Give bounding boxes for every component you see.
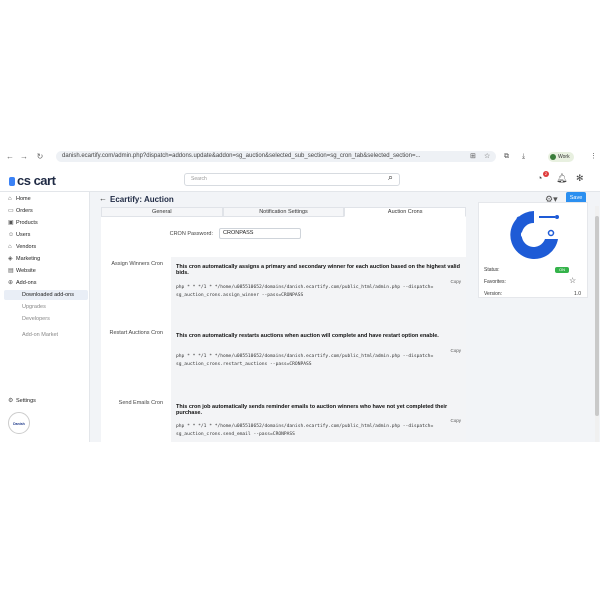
sidebar-item-label: Marketing <box>16 256 41 262</box>
screenshot-viewport: ← → ↻ danish.ecartify.com/admin.php?disp… <box>0 150 600 442</box>
sidebar-item-users[interactable]: ☺ Users <box>8 230 30 240</box>
cron-label-send-emails: Send Emails Cron <box>118 400 163 406</box>
tab-bar: General Notification Settings Auction Cr… <box>101 207 467 217</box>
cron-command-line-1: php * * */1 * */home/u085510652/domains/… <box>176 285 434 290</box>
star-icon[interactable]: ☆ <box>569 277 576 285</box>
notification-badge: 2 <box>543 171 549 177</box>
cron-command-line-2: sg_auction_crons.assign_winner --pass=CR… <box>176 293 304 298</box>
forward-icon[interactable]: → <box>18 150 30 164</box>
browser-toolbar: ← → ↻ danish.ecartify.com/admin.php?disp… <box>0 150 600 164</box>
sidebar-item-label: Users <box>16 232 31 238</box>
logo-mark-icon <box>9 177 15 186</box>
tab-notification-settings[interactable]: Notification Settings <box>222 207 345 217</box>
sidebar-item-label: Vendors <box>16 244 37 250</box>
cron-description: This cron job automatically sends remind… <box>176 404 448 416</box>
sidebar-item-marketing[interactable]: ◈ Marketing <box>8 254 40 264</box>
cron-label-assign-winners: Assign Winners Cron <box>111 261 163 267</box>
cron-command-line-1: php * * */1 * */home/u085510652/domains/… <box>176 424 434 429</box>
cron-password-label: CRON Password: <box>169 231 213 237</box>
vendors-icon: ⌂ <box>8 244 12 250</box>
translate-icon[interactable]: ⊞ <box>470 151 476 163</box>
sidebar-item-developers[interactable]: Developers <box>22 314 50 324</box>
home-icon: ⌂ <box>8 196 12 202</box>
sidebar-item-addons[interactable]: ⊕ Add-ons <box>8 278 37 288</box>
version-label: Version: <box>484 291 503 297</box>
sidebar-item-upgrades[interactable]: Upgrades <box>22 302 46 312</box>
cron-command-line-2: sg_auction_crons.restart_auctions --pass… <box>176 362 312 367</box>
marketing-icon: ◈ <box>8 256 13 262</box>
app-header: cs cart Search ⌕ ◔ 2 🔔︎ ✻ <box>0 164 600 192</box>
copy-button[interactable]: Copy <box>450 279 461 284</box>
cron-command-line-2: sg_auction_crons.send_email --pass=CRONP… <box>176 432 295 437</box>
avatar[interactable]: Danish Sharma <box>8 412 30 434</box>
scroll-thumb[interactable] <box>595 216 599 416</box>
address-bar[interactable]: danish.ecartify.com/admin.php?dispatch=a… <box>56 151 496 162</box>
page-title: Ecartify: Auction <box>110 195 174 204</box>
sidebar: ⌂ Home ▭ Orders ▣ Products ☺ Users ⌂ Vendors … <box>0 192 90 442</box>
menu-icon[interactable]: ⋮ <box>590 151 597 163</box>
website-icon: ▤ <box>8 268 14 274</box>
sidebar-item-label: Orders <box>16 208 33 214</box>
sidebar-item-addon-market[interactable]: Add-on Market <box>22 330 58 340</box>
profile-button[interactable]: Work <box>548 152 574 162</box>
addons-icon: ⊕ <box>8 280 14 286</box>
back-arrow-icon[interactable]: ← <box>99 194 107 203</box>
cron-label-restart-auctions: Restart Auctions Cron <box>109 330 164 336</box>
status-label: Status: <box>484 267 500 273</box>
version-value: 1.0 <box>574 291 581 297</box>
bell-icon[interactable]: 🔔︎ <box>556 173 567 184</box>
sidebar-item-products[interactable]: ▣ Products <box>8 218 38 228</box>
search-icon[interactable]: ⌕ <box>388 172 393 183</box>
orders-icon: ▭ <box>8 208 14 214</box>
gear-icon: ⚙ <box>8 398 14 404</box>
bookmark-icon[interactable]: ☆ <box>484 151 490 163</box>
cron-description: This cron automatically assigns a primar… <box>176 264 460 276</box>
download-icon[interactable]: ⤓ <box>522 151 525 163</box>
bug-icon[interactable]: ✻ <box>576 173 584 184</box>
logo[interactable]: cs cart <box>9 173 56 188</box>
cron-block-restart-auctions: This cron automatically restarts auction… <box>171 327 466 397</box>
sidebar-item-label: Add-ons <box>16 280 37 286</box>
search-input[interactable]: Search <box>184 173 400 186</box>
cron-password-input[interactable]: CRONPASS <box>219 228 301 239</box>
page-scrollbar[interactable] <box>595 206 599 442</box>
cron-settings-panel: CRON Password: CRONPASS Assign Winners C… <box>101 217 466 442</box>
logo-text: cs cart <box>17 173 56 188</box>
sidebar-item-settings[interactable]: ⚙ Settings <box>8 396 36 406</box>
copy-button[interactable]: Copy <box>450 348 461 353</box>
sidebar-item-label: Settings <box>16 398 36 404</box>
cron-command-line-1: php * * */1 * */home/u085510652/domains/… <box>176 354 434 359</box>
tab-general[interactable]: General <box>101 207 223 217</box>
favorites-label: Favorites: <box>484 279 506 285</box>
avatar-icon <box>550 154 556 160</box>
users-icon: ☺ <box>8 232 15 238</box>
sidebar-item-website[interactable]: ▤ Website <box>8 266 36 276</box>
addon-info-panel: Status: ON Favorites: ☆ Version: 1.0 <box>478 202 588 298</box>
cron-block-send-emails: This cron job automatically sends remind… <box>171 397 466 442</box>
sidebar-item-downloaded-addons[interactable]: Downloaded add-ons <box>4 290 88 300</box>
copy-button[interactable]: Copy <box>450 418 461 423</box>
sidebar-item-home[interactable]: ⌂ Home <box>8 194 31 204</box>
status-badge[interactable]: ON <box>555 267 569 273</box>
reload-icon[interactable]: ↻ <box>34 150 46 164</box>
products-icon: ▣ <box>8 220 14 226</box>
back-icon[interactable]: ← <box>4 150 16 164</box>
sidebar-item-label: Home <box>16 196 31 202</box>
notifications-icon[interactable]: ◔ <box>537 173 542 183</box>
cron-description: This cron automatically restarts auction… <box>176 333 439 339</box>
sidebar-item-orders[interactable]: ▭ Orders <box>8 206 33 216</box>
extensions-icon[interactable]: ⧉ <box>504 151 509 163</box>
tab-auction-crons[interactable]: Auction Crons <box>344 207 467 217</box>
profile-label: Work <box>558 154 570 160</box>
sidebar-item-vendors[interactable]: ⌂ Vendors <box>8 242 36 252</box>
addon-logo-icon <box>510 211 559 259</box>
sidebar-item-label: Products <box>16 220 38 226</box>
sidebar-item-label: Website <box>16 268 36 274</box>
cron-block-assign-winners: This cron automatically assigns a primar… <box>171 257 466 327</box>
